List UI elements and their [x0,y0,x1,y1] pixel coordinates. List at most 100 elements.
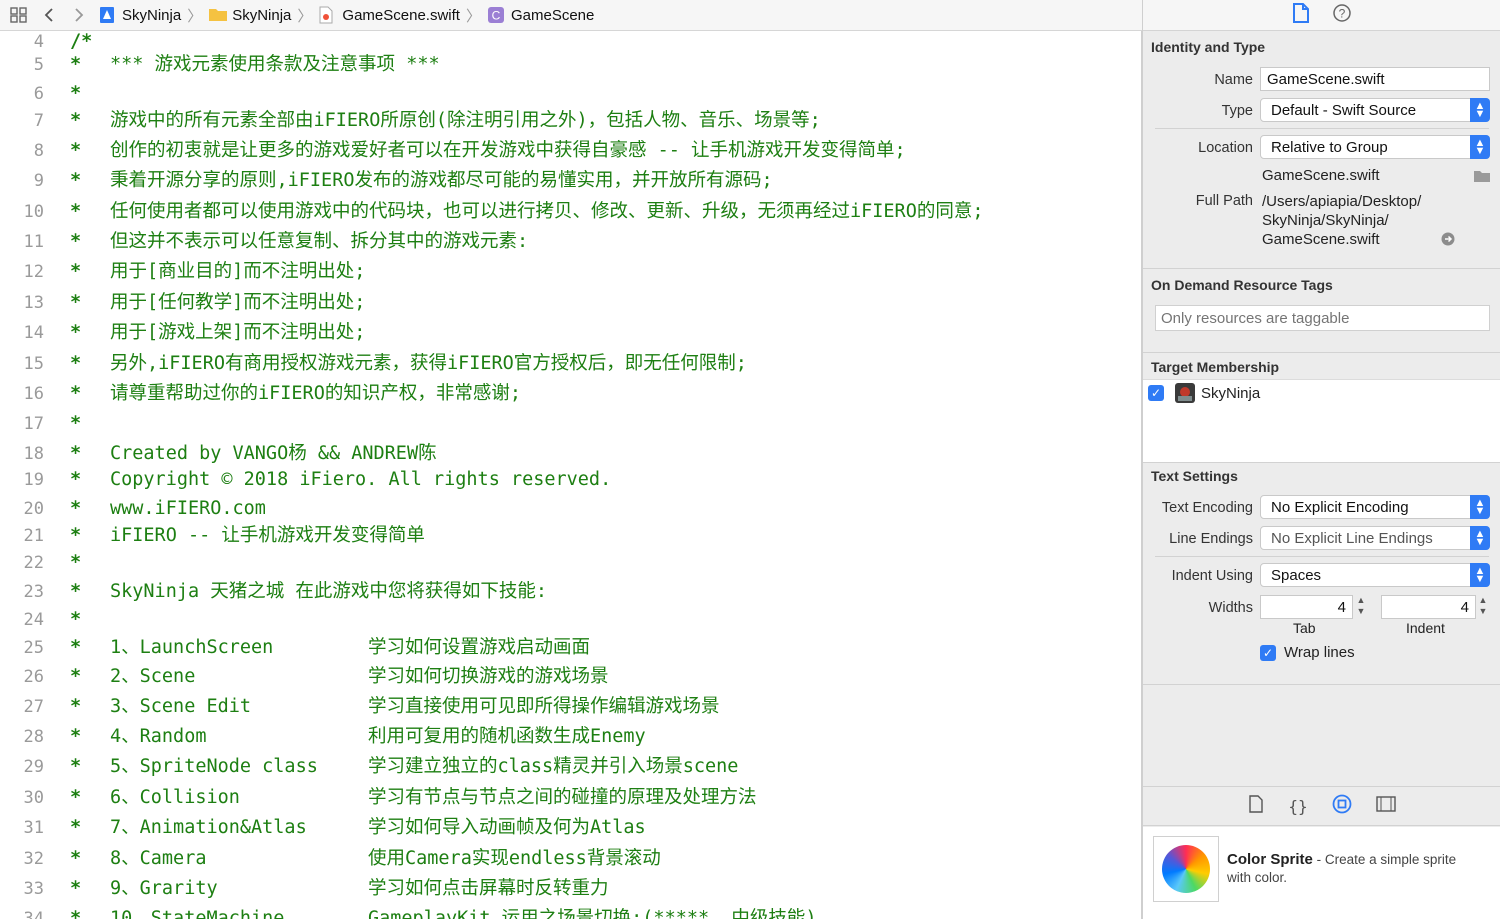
indent-width-field[interactable]: 4 [1381,595,1476,619]
breadcrumb-file[interactable]: GameScene.swift [318,6,460,24]
app-target-icon [1175,383,1195,407]
line-number: 17 [23,414,44,434]
type-popup[interactable]: Default - Swift Source ▲ ▼ [1260,98,1490,122]
comment-marker: * [70,292,82,313]
line-number: 14 [23,323,44,343]
code-line: 10 * 任何使用者都可以使用游戏中的代码块，也可以进行拷贝、修改、更新、升级，无须… [0,197,1141,227]
comment-text: 10、StateMachine [110,908,285,919]
line-endings-popup-value: No Explicit Line Endings [1271,529,1433,547]
class-c-icon: C [487,6,505,24]
file-inspector-icon[interactable] [1292,3,1310,27]
indent-caption: Indent [1406,620,1445,636]
indent-using-popup[interactable]: Spaces ▲ ▼ [1260,563,1490,587]
tab-width-field[interactable]: 4 [1260,595,1353,619]
line-number: 12 [23,262,44,282]
divider [1143,462,1500,463]
divider [1143,352,1500,353]
comment-text: 游戏中的所有元素全部由iFIERO所原创(除注明引用之外)，包括人物、音乐、场景… [110,110,821,131]
line-number: 34 [23,909,44,919]
line-number: 23 [23,582,44,602]
comment-text: 但这并不表示可以任意复制、拆分其中的游戏元素: [110,231,529,252]
tab-caption: Tab [1293,620,1316,636]
fullpath-label: Full Path [1195,193,1253,209]
comment-text: Copyright © 2018 iFiero. All rights rese… [110,469,612,490]
breadcrumb-chevron-icon: 〉 [187,7,203,25]
line-number: 21 [23,526,44,546]
indent-width-stepper-icon[interactable]: ▲ ▼ [1477,595,1489,617]
comment-marker: * [70,383,82,404]
encoding-label: Text Encoding [1161,500,1253,516]
name-label: Name [1214,72,1253,88]
line-endings-label: Line Endings [1169,531,1253,547]
breadcrumb-project[interactable]: SkyNinja [98,6,181,24]
media-library-icon[interactable] [1375,796,1396,816]
line-number: 9 [33,171,44,191]
line-endings-popup[interactable]: No Explicit Line Endings ▲ ▼ [1260,526,1490,550]
location-popup[interactable]: Relative to Group ▲ ▼ [1260,135,1490,159]
comment-marker: * [70,54,82,75]
widths-label: Widths [1208,600,1253,616]
reveal-folder-icon[interactable] [1473,169,1491,187]
comment-marker: * [70,469,82,490]
wrap-lines-checkbox[interactable]: ✓ [1260,645,1276,661]
code-line: 32 * 8、Camera 使用Camera实现endless背景滚动 [0,844,1141,874]
comment-marker: * [70,552,82,573]
odr-section-title: On Demand Resource Tags [1151,277,1333,293]
location-file-name: GameScene.swift [1262,167,1380,184]
code-line: 24 * [0,605,1141,635]
library-item-color-sprite[interactable]: Color Sprite - Create a simple sprite wi… [1143,827,1500,919]
source-editor[interactable]: 4/* 5 * *** 游戏元素使用条款及注意事项 *** 6 * 7 * 游戏中的所有元素全部… [0,31,1142,919]
quick-help-icon[interactable]: ? [1332,3,1352,27]
object-library-icon[interactable] [1332,794,1352,818]
comment-text: iFIERO -- 让手机游戏开发变得简单 [110,525,425,546]
code-line: 7 * 游戏中的所有元素全部由iFIERO所原创(除注明引用之外)，包括人物、音乐、… [0,106,1141,136]
comment-marker: * [70,170,82,191]
odr-tags-input[interactable] [1155,305,1490,331]
comment-text-column: 学习如何切换游戏的游戏场景 [368,666,609,687]
line-number: 19 [23,470,44,490]
comment-text: 8、Camera [110,848,207,869]
code-line: 15 * 另外,iFIERO有商用授权游戏元素，获得iFIERO官方授权后，即无任何… [0,349,1141,379]
target-checkbox[interactable]: ✓ [1148,385,1164,401]
popup-chevron-icon: ▲ ▼ [1470,495,1490,519]
file-template-icon[interactable] [1248,795,1264,817]
back-chevron-icon[interactable] [38,4,60,26]
related-items-icon[interactable] [8,4,30,26]
comment-marker: * [70,848,82,869]
library-tab-bar: {} [1143,786,1500,826]
indent-using-label: Indent Using [1171,568,1253,584]
code-line: 29 * 5、SpriteNode class 学习建立独立的class精灵并引入场景… [0,752,1141,782]
comment-text-column: 利用可复用的随机函数生成Enemy [368,726,646,747]
folder-icon [208,6,228,24]
reveal-arrow-icon[interactable] [1441,232,1455,250]
comment-marker: * [70,726,82,747]
code-line: 6 * [0,79,1141,109]
wrap-lines-label: Wrap lines [1284,644,1355,661]
tab-width-stepper-icon[interactable]: ▲ ▼ [1355,595,1367,617]
breadcrumb-class[interactable]: C GameScene [487,6,594,24]
comment-text: 3、Scene Edit [110,696,252,717]
identity-section-title: Identity and Type [1151,39,1266,55]
breadcrumb-chevron-icon: 〉 [297,7,313,25]
divider [1143,684,1500,685]
target-name: SkyNinja [1201,385,1261,402]
comment-text: 另外,iFIERO有商用授权游戏元素，获得iFIERO官方授权后，即无任何限制; [110,353,747,374]
line-number: 32 [23,849,44,869]
comment-marker: * [70,498,82,519]
forward-chevron-icon[interactable] [68,4,90,26]
line-number: 31 [23,818,44,838]
line-number: 6 [33,84,44,104]
code-snippet-icon[interactable]: {} [1288,797,1307,816]
encoding-popup[interactable]: No Explicit Encoding ▲ ▼ [1260,495,1490,519]
breadcrumb-folder[interactable]: SkyNinja [208,6,291,24]
library-item-desc-2: with color. [1227,870,1288,885]
comment-text: 任何使用者都可以使用游戏中的代码块，也可以进行拷贝、修改、更新、升级，无须再经过… [110,201,984,222]
code-line: 21 * iFIERO -- 让手机游戏开发变得简单 [0,521,1141,551]
line-number: 29 [23,757,44,777]
comment-marker: * [70,201,82,222]
line-number: 27 [23,697,44,717]
indent-using-popup-value: Spaces [1271,566,1322,584]
name-field[interactable]: GameScene.swift [1260,67,1490,91]
line-number: 24 [23,610,44,630]
divider [1143,268,1500,269]
